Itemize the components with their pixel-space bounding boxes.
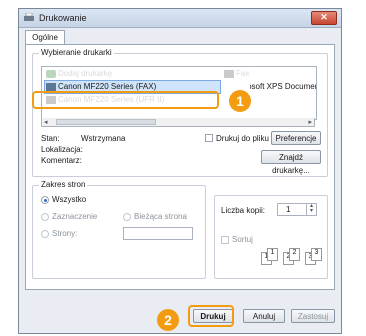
printer-list-scrollbar[interactable]: ◂ ▸	[41, 118, 315, 127]
copies-count-input[interactable]: 1 ▴ ▾	[277, 203, 317, 216]
printer-item-fax[interactable]: Fax	[224, 69, 249, 78]
collate-checkbox[interactable]	[221, 236, 229, 244]
copies-count-value: 1	[286, 205, 291, 214]
collate-glyph-6: 3	[311, 248, 322, 261]
collate-preview-icon: 1 1 2 2 3 3	[259, 246, 323, 266]
apply-button[interactable]: Zastosuj	[291, 309, 335, 323]
location-label: Lokalizacja:	[41, 145, 83, 154]
collate-glyph-2: 1	[267, 248, 278, 261]
tab-general[interactable]: Ogólne	[25, 30, 65, 45]
selection-label: Zaznaczenie	[52, 212, 98, 221]
comment-label: Komentarz:	[41, 156, 82, 165]
general-panel: Wybieranie drukarki Dodaj drukarkę Canon…	[25, 44, 335, 290]
preferences-button[interactable]: Preferencje	[271, 131, 321, 145]
collate-glyph-4: 2	[289, 248, 300, 261]
copies-count-label: Liczba kopii:	[221, 206, 266, 215]
printer-icon	[24, 13, 34, 21]
current-page-radio[interactable]	[123, 213, 131, 221]
print-dialog: Drukowanie ✕ Ogólne Wybieranie drukarki …	[18, 8, 342, 334]
pages-label: Strony:	[52, 229, 78, 238]
spinner-icon[interactable]: ▴ ▾	[306, 203, 316, 215]
all-pages-radio[interactable]	[41, 196, 49, 204]
pages-input[interactable]	[123, 227, 193, 240]
title-bar: Drukowanie ✕	[19, 9, 341, 28]
status-label: Stan:	[41, 134, 60, 143]
print-to-file-label: Drukuj do pliku	[216, 134, 269, 143]
printer-selection-label: Wybieranie drukarki	[39, 48, 114, 57]
current-page-label: Bieżąca strona	[134, 212, 187, 221]
print-button-highlight	[188, 305, 234, 327]
copies-group: Liczba kopii: 1 ▴▾ Sortuj 1 1 2 2 3 3	[214, 195, 328, 279]
step-1-badge: 1	[229, 90, 251, 112]
printer-item-add[interactable]: Dodaj drukarkę	[46, 69, 112, 78]
fax-device-icon	[224, 69, 234, 78]
scroll-thumb[interactable]	[56, 119, 156, 125]
printer-selection-group: Wybieranie drukarki Dodaj drukarkę Canon…	[32, 48, 328, 177]
page-range-group: Zakres stron Wszystko Zaznaczenie Bieżąc…	[32, 180, 206, 279]
selected-printer-highlight	[32, 91, 219, 109]
all-pages-label: Wszystko	[52, 195, 87, 204]
find-printer-button[interactable]: Znajdź drukarkę...	[261, 150, 321, 175]
fax-icon	[46, 82, 56, 91]
collate-label: Sortuj	[232, 235, 253, 244]
add-printer-icon	[46, 69, 56, 78]
page-range-label: Zakres stron	[39, 180, 88, 189]
printer-item-canon-fax[interactable]: Canon MF220 Series (FAX)	[46, 82, 156, 91]
status-value: Wstrzymana	[81, 134, 126, 143]
close-button[interactable]: ✕	[311, 11, 337, 25]
scroll-right-icon[interactable]: ▸	[308, 118, 312, 126]
scroll-left-icon[interactable]: ◂	[44, 118, 48, 126]
selection-radio[interactable]	[41, 213, 49, 221]
printer-item-xps[interactable]: Microsoft XPS Document Writer	[250, 82, 316, 91]
window-title: Drukowanie	[39, 13, 87, 23]
pages-radio[interactable]	[41, 230, 49, 238]
step-2-badge: 2	[157, 309, 179, 331]
cancel-button[interactable]: Anuluj	[243, 309, 285, 323]
print-to-file-checkbox[interactable]	[205, 134, 213, 142]
